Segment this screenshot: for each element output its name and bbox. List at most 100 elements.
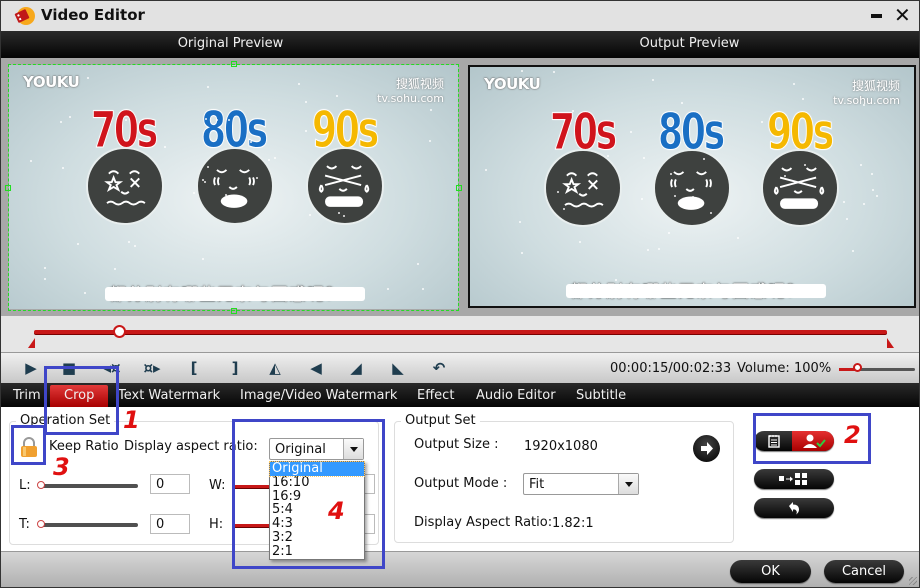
volume-value: 100% bbox=[794, 361, 832, 376]
stop-icon[interactable]: ■ bbox=[59, 359, 79, 377]
mark-in-icon[interactable]: [ bbox=[184, 359, 204, 377]
app-logo-icon bbox=[14, 7, 35, 25]
dizzy-face-icon bbox=[544, 149, 622, 227]
snow-particle bbox=[207, 85, 210, 88]
output-size-value: 1920x1080 bbox=[524, 439, 598, 454]
snow-particle bbox=[571, 110, 574, 113]
chevron-down-icon bbox=[343, 439, 363, 459]
snow-particle bbox=[83, 291, 86, 294]
annotation-number-2: 2 bbox=[844, 421, 861, 449]
left-slider[interactable] bbox=[39, 484, 138, 488]
lock-icon[interactable] bbox=[18, 436, 40, 458]
output-mode-label: Output Mode : bbox=[414, 476, 508, 491]
volume-label: Volume: bbox=[737, 361, 790, 376]
tab-trim[interactable]: Trim bbox=[8, 385, 46, 407]
aspect-option-original[interactable]: Original bbox=[269, 461, 365, 477]
aspect-option-16-10[interactable]: 16:10 bbox=[270, 475, 364, 490]
snow-particle bbox=[871, 188, 874, 191]
step-forward-icon[interactable]: ¤▸ bbox=[142, 359, 162, 377]
snow-particle bbox=[224, 193, 227, 196]
aspect-option-3-2[interactable]: 3:2 bbox=[270, 531, 364, 545]
left-input[interactable]: 0 bbox=[150, 474, 190, 494]
step-back-icon[interactable]: ◂¤ bbox=[102, 359, 122, 377]
resize-grip[interactable] bbox=[909, 577, 917, 585]
annotation-number-1: 1 bbox=[123, 406, 140, 434]
tab-subtitle[interactable]: Subtitle bbox=[571, 385, 631, 407]
snow-particle bbox=[802, 97, 805, 100]
height-slider[interactable] bbox=[234, 524, 274, 527]
preview-area: YOUKU 搜狐视频 tv.sohu.com 70s 80s 90s 都分别有哪… bbox=[1, 58, 919, 316]
snow-particle bbox=[761, 120, 764, 123]
snow-particle bbox=[86, 76, 89, 79]
left-label: L: bbox=[19, 478, 31, 493]
height-label: H: bbox=[209, 517, 224, 532]
annotation-number-3: 3 bbox=[53, 453, 70, 481]
apply-to-all-button[interactable] bbox=[754, 469, 834, 489]
minimize-icon[interactable] bbox=[871, 14, 882, 18]
original-preview-video[interactable]: YOUKU 搜狐视频 tv.sohu.com 70s 80s 90s 都分别有哪… bbox=[9, 65, 458, 309]
play-icon[interactable]: ▶ bbox=[21, 359, 41, 377]
timeline-track[interactable] bbox=[34, 330, 887, 334]
aspect-option-5-4[interactable]: 5:4 bbox=[270, 503, 364, 517]
snow-particle bbox=[658, 247, 661, 250]
aspect-option-4-3[interactable]: 4:3 bbox=[270, 517, 364, 531]
notes-user-toggle-button[interactable] bbox=[754, 431, 834, 451]
timeline-playhead[interactable] bbox=[113, 325, 127, 338]
chevron-down-icon bbox=[618, 474, 638, 494]
tab-text-watermark[interactable]: Text Watermark bbox=[113, 385, 225, 407]
snow-particle bbox=[386, 287, 389, 290]
youku-watermark: YOUKU bbox=[23, 73, 80, 91]
top-label: T: bbox=[19, 517, 30, 532]
operation-set-title: Operation Set bbox=[16, 413, 115, 428]
width-slider[interactable] bbox=[234, 485, 274, 488]
snow-particle bbox=[484, 169, 487, 172]
snow-particle bbox=[629, 131, 632, 134]
left-slider-knob[interactable] bbox=[37, 481, 45, 489]
tab-effect[interactable]: Effect bbox=[412, 385, 459, 407]
aspect-option-2-1[interactable]: 2:1 bbox=[270, 544, 364, 559]
output-mode-select[interactable]: Fit bbox=[523, 473, 639, 495]
aspect-ratio-select[interactable]: Original bbox=[269, 438, 364, 460]
snow-particle bbox=[255, 177, 258, 180]
snow-particle bbox=[860, 164, 863, 167]
tab-image-video-watermark[interactable]: Image/Video Watermark bbox=[235, 385, 402, 407]
top-slider-knob[interactable] bbox=[37, 520, 45, 528]
flip-vertical-icon[interactable]: ◀ bbox=[306, 359, 326, 377]
snow-particle bbox=[709, 212, 712, 215]
undo-icon[interactable]: ↶ bbox=[429, 359, 449, 377]
snow-particle bbox=[59, 121, 62, 124]
snow-particle bbox=[304, 129, 307, 132]
snow-particle bbox=[76, 242, 79, 245]
crying-face-icon bbox=[196, 147, 274, 225]
tab-crop[interactable]: Crop bbox=[50, 385, 109, 407]
snow-particle bbox=[335, 95, 338, 98]
close-icon[interactable]: ✕ bbox=[894, 4, 911, 26]
volume-slider[interactable] bbox=[839, 368, 915, 371]
user-check-half[interactable] bbox=[792, 431, 834, 451]
reset-button[interactable] bbox=[754, 498, 834, 518]
snow-particle bbox=[579, 240, 582, 243]
subtitle-redaction bbox=[105, 287, 365, 301]
rotate-right-icon[interactable]: ◣ bbox=[388, 359, 408, 377]
rotate-left-icon[interactable]: ◢ bbox=[346, 359, 366, 377]
trim-start-marker[interactable] bbox=[28, 338, 35, 348]
flip-horizontal-icon[interactable]: ◭ bbox=[265, 359, 285, 377]
sohu-watermark: 搜狐视频 tv.sohu.com bbox=[377, 77, 444, 105]
volume-slider-knob[interactable] bbox=[853, 363, 862, 372]
snow-particle bbox=[562, 207, 565, 210]
title-bar: Video Editor ✕ bbox=[1, 1, 919, 31]
top-input[interactable]: 0 bbox=[150, 514, 190, 534]
time-display: 00:00:15/00:02:33 bbox=[610, 361, 732, 376]
cancel-button[interactable]: Cancel bbox=[824, 560, 904, 583]
snow-particle bbox=[783, 175, 786, 178]
mark-out-icon[interactable]: ] bbox=[225, 359, 245, 377]
top-slider[interactable] bbox=[39, 523, 138, 527]
trim-end-marker[interactable] bbox=[887, 338, 894, 348]
notes-icon bbox=[768, 435, 780, 448]
tab-audio-editor[interactable]: Audio Editor bbox=[471, 385, 561, 407]
reset-icon bbox=[789, 502, 799, 515]
aspect-option-16-9[interactable]: 16:9 bbox=[270, 489, 364, 504]
display-aspect-ratio-output-label: Display Aspect Ratio: bbox=[414, 515, 553, 530]
ok-button[interactable]: OK bbox=[730, 560, 811, 583]
apply-output-size-button[interactable] bbox=[693, 435, 720, 462]
